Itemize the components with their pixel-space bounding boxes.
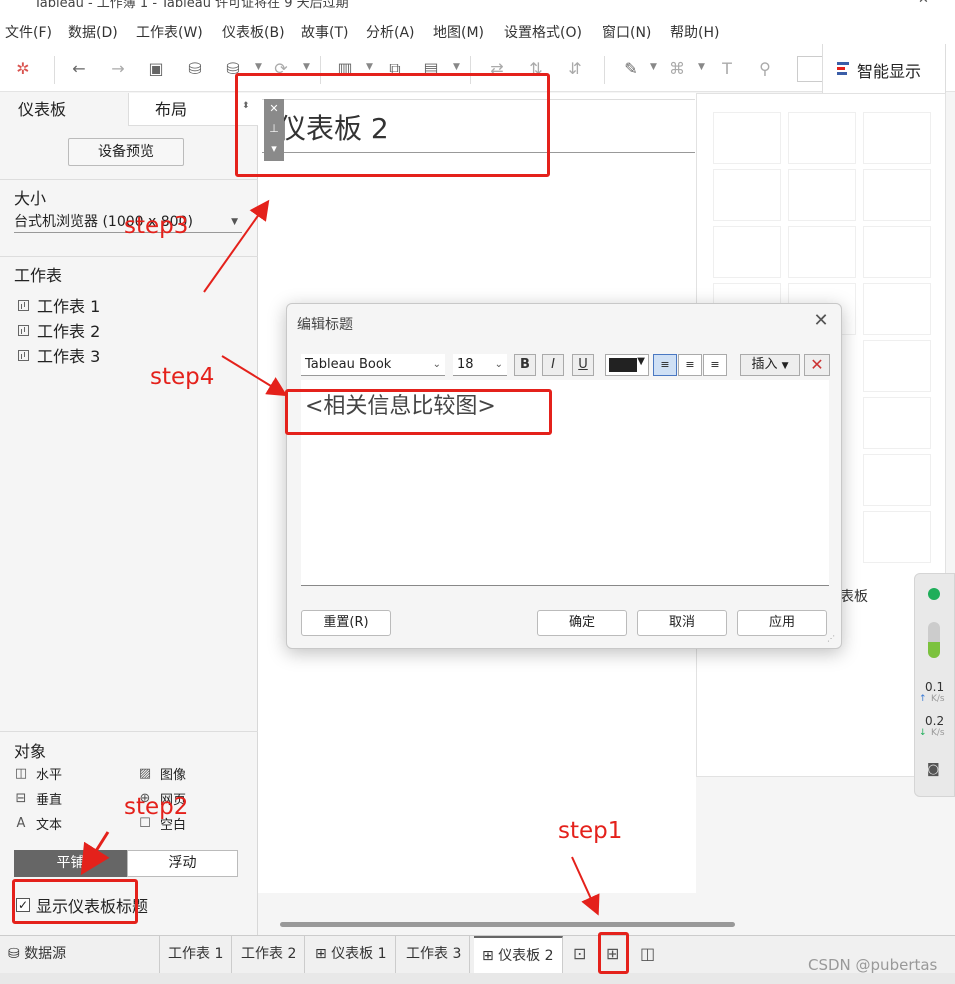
annotation-step2: step2: [124, 794, 189, 820]
annotation-step4: step4: [150, 364, 215, 390]
annotation-step3: step3: [124, 213, 189, 239]
annotation-arrows: [80, 199, 600, 916]
annotation-step1: step1: [558, 818, 623, 844]
